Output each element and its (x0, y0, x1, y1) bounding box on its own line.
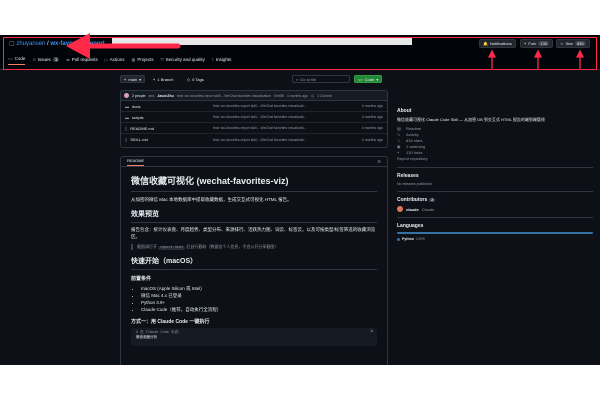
about-description: 微信收藏可视化 Claude Code Skill — 从加密 DB 到交互式 … (397, 117, 545, 122)
language-item[interactable]: Python 100% (397, 237, 593, 241)
contributor-item[interactable]: claude Claude (397, 206, 593, 212)
file-name[interactable]: README.md (130, 126, 154, 131)
file-name[interactable]: SKILL.md (130, 137, 148, 142)
file-time: 4 months ago (361, 115, 383, 119)
report-link[interactable]: Report repository (397, 156, 593, 162)
file-time: 4 months ago (361, 137, 383, 142)
file-name[interactable]: scripts (132, 115, 144, 120)
heading-prereq: 前置条件 (131, 276, 152, 282)
copy-icon[interactable]: ⧉ (371, 330, 374, 335)
language-dot-icon (397, 237, 400, 241)
outline-icon[interactable]: ☰ (377, 159, 381, 164)
divider (397, 167, 593, 168)
preview-text: 报告包含：统计仪表盘、月度趋势、类型分布、来源排行、活跃热力图、词云、标签云，以… (131, 227, 376, 239)
folder-icon: ▬ (125, 114, 129, 120)
code-block: # 在 Claude Code 中说： 微信收藏分析 ⧉ (131, 328, 377, 346)
readme-tab[interactable]: README (127, 158, 145, 166)
readme-title: 微信收藏可视化 (wechat-favorites-viz) (131, 174, 377, 192)
contributor-login: claude (406, 206, 419, 212)
report-label: Report repository (397, 156, 428, 161)
divider (397, 191, 593, 192)
releases-text: No releases published (397, 182, 432, 186)
list-item: Claude Code（推荐，自动执行全流程） (141, 306, 377, 313)
language-percent: 100% (415, 237, 425, 241)
file-row[interactable]: ▯ SKILL.md feat: wx-favorites-report skil… (121, 134, 387, 145)
file-row[interactable]: ▬ docs feat: wx-favorites-report skill – … (121, 101, 387, 112)
list-item: Python 3.9+ (141, 299, 377, 306)
heading-quickstart: 快速开始（macOS） (131, 256, 377, 270)
file-commit-message[interactable]: feat: wx-favorites-report skill – WeChat… (213, 115, 343, 119)
file-icon: ▯ (125, 125, 128, 131)
language-name: Python (402, 237, 414, 241)
file-row[interactable]: ▬ scripts feat: wx-favorites-report skill… (121, 112, 387, 123)
languages-heading: Languages (397, 223, 424, 229)
code-line: 微信收藏分析 (136, 336, 157, 340)
contributors-heading[interactable]: Contributors 2 (397, 197, 593, 203)
contributor-display: Claude (421, 206, 435, 212)
blockquote: 截图请打开 report.html 后自行截取（数据含个人信息，不宜公开分享截图… (131, 244, 377, 250)
up-arrow-icon (487, 49, 497, 70)
folder-icon: ▬ (125, 103, 129, 109)
readme-body: 微信收藏可视化 (wechat-favorites-viz) 从加密的微信 Ma… (121, 174, 387, 346)
about-heading: About (397, 108, 412, 114)
heading-method1: 方式一：用 Claude Code 一键执行 (131, 319, 210, 325)
file-name[interactable]: docs (132, 104, 140, 109)
file-icon: ▯ (125, 137, 128, 142)
left-arrowhead-icon (66, 33, 90, 59)
list-item: 微信 Mac 4.x 已登录 (141, 292, 377, 299)
contributors-label: Contributors (397, 197, 428, 203)
file-row[interactable]: ▯ README.md feat: wx-favorites-report ski… (121, 123, 387, 134)
quote-suffix: 后自行截取（数据含个人信息，不宜公开分享截图） (186, 244, 279, 249)
file-commit-message[interactable]: feat: wx-favorites-report skill – WeChat… (213, 104, 343, 108)
inline-code: report.html (158, 246, 186, 250)
file-time: 4 months ago (361, 126, 383, 130)
prereq-list: macOS (Apple Silicon 或 Intel) 微信 Mac 4.x… (131, 285, 377, 313)
list-item: macOS (Apple Silicon 或 Intel) (141, 285, 377, 292)
claude-avatar (397, 206, 403, 212)
annotation-arrows (66, 33, 585, 70)
up-arrow-icon (533, 49, 543, 70)
heading-preview: 效果预览 (131, 209, 377, 223)
file-commit-message[interactable]: feat: wx-favorites-report skill – WeChat… (213, 138, 343, 142)
contributors-count: 2 (429, 198, 436, 202)
readme-panel: README ☰ 微信收藏可视化 (wechat-favorites-viz) … (120, 156, 388, 365)
readme-tab-bar: README ☰ (121, 157, 387, 167)
about-sidebar: About 微信收藏可视化 Claude Code Skill — 从加密 DB… (397, 108, 593, 241)
up-arrow-icon (575, 49, 585, 70)
divider (397, 217, 593, 218)
language-bar (397, 232, 593, 234)
releases-heading[interactable]: Releases (397, 173, 593, 179)
file-commit-message[interactable]: feat: wx-favorites-report skill – WeChat… (213, 126, 343, 130)
readme-intro: 从加密的微信 Mac 本地数据库中提取收藏数据，生成交互式可视化 HTML 报告… (131, 197, 292, 202)
file-time: 4 months ago (361, 104, 383, 108)
quote-prefix: 截图请打开 (137, 244, 157, 249)
